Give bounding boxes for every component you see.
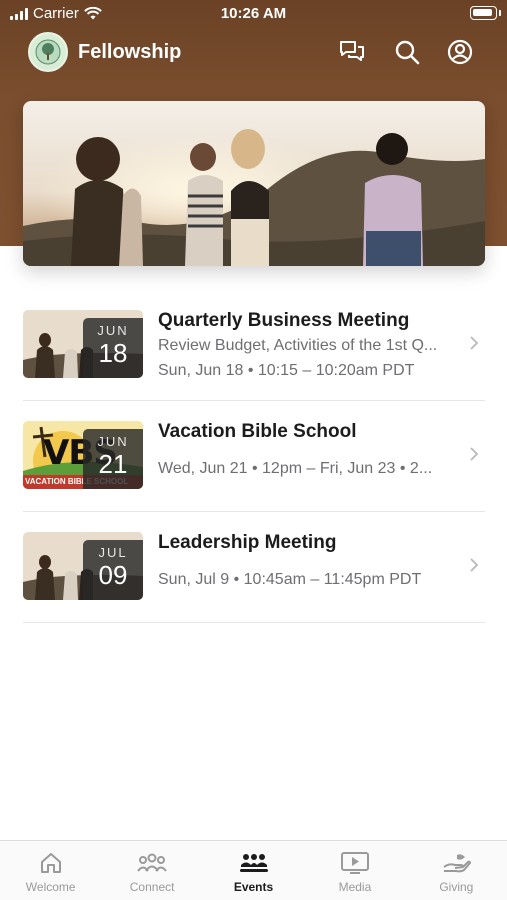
tab-connect[interactable]: Connect — [101, 841, 202, 900]
tab-media[interactable]: Media — [304, 841, 405, 900]
tab-welcome[interactable]: Welcome — [0, 841, 101, 900]
battery-nub — [499, 10, 501, 16]
hero-photo — [23, 101, 485, 266]
tree-logo-icon — [35, 39, 61, 65]
app-title: Fellowship — [78, 41, 182, 63]
church-logo[interactable] — [28, 32, 68, 72]
date-month: JUN — [97, 434, 129, 449]
media-icon — [340, 852, 369, 874]
tab-giving[interactable]: Giving — [406, 841, 507, 900]
chevron-right-icon — [470, 447, 479, 461]
event-thumbnail: JUL 09 — [23, 532, 143, 600]
hero-image[interactable] — [23, 101, 485, 266]
event-datetime: Wed, Jun 21 • 12pm – Fri, Jun 23 • 2... — [158, 460, 433, 477]
events-icon — [239, 854, 268, 872]
chat-icon[interactable] — [338, 38, 366, 66]
date-month: JUL — [98, 545, 128, 560]
date-day: 21 — [98, 449, 128, 479]
event-thumbnail: JUN 18 — [23, 310, 143, 378]
date-badge: JUL 09 — [83, 540, 143, 600]
date-month: JUN — [97, 323, 129, 338]
giving-icon — [443, 854, 472, 873]
search-icon[interactable] — [393, 38, 421, 66]
status-bar: Carrier 10:26 AM — [0, 0, 507, 28]
tab-events[interactable]: Events — [203, 841, 304, 900]
chevron-right-icon — [470, 558, 479, 572]
event-description: Review Budget, Activities of the 1st Q..… — [158, 337, 438, 354]
event-title: Leadership Meeting — [158, 532, 337, 553]
event-datetime: Sun, Jun 18 • 10:15 – 10:20am PDT — [158, 362, 415, 379]
profile-icon[interactable] — [446, 38, 474, 66]
status-time: 10:26 AM — [220, 5, 287, 22]
event-title: Vacation Bible School — [158, 421, 357, 442]
tab-label: Giving — [439, 880, 474, 894]
date-day: 18 — [98, 338, 128, 368]
event-datetime: Sun, Jul 9 • 10:45am – 11:45pm PDT — [158, 571, 422, 588]
tab-label: Media — [338, 880, 372, 894]
tab-label: Connect — [129, 880, 175, 894]
tab-label: Events — [233, 880, 274, 894]
date-badge: JUN 21 — [83, 429, 143, 489]
top-nav: Fellowship — [0, 30, 507, 76]
event-row[interactable]: JUN 18 Quarterly Business Meeting Review… — [23, 290, 485, 401]
event-row[interactable]: JUL 09 Leadership Meeting Sun, Jul 9 • 1… — [23, 512, 485, 623]
tab-bar: Welcome Connect Events Media Giving — [0, 840, 507, 900]
event-thumbnail: VBS VACATION BIBLE SCHOOL JUN 21 — [23, 421, 143, 489]
event-row[interactable]: VBS VACATION BIBLE SCHOOL JUN 21 Vacatio… — [23, 401, 485, 512]
event-list: JUN 18 Quarterly Business Meeting Review… — [23, 290, 485, 623]
people-icon — [137, 853, 167, 872]
date-badge: JUN 18 — [83, 318, 143, 378]
event-title: Quarterly Business Meeting — [158, 310, 410, 331]
chevron-right-icon — [470, 336, 479, 350]
home-icon — [40, 853, 61, 873]
battery-icon — [470, 6, 497, 20]
date-day: 09 — [98, 560, 128, 590]
tab-label: Welcome — [25, 880, 76, 894]
